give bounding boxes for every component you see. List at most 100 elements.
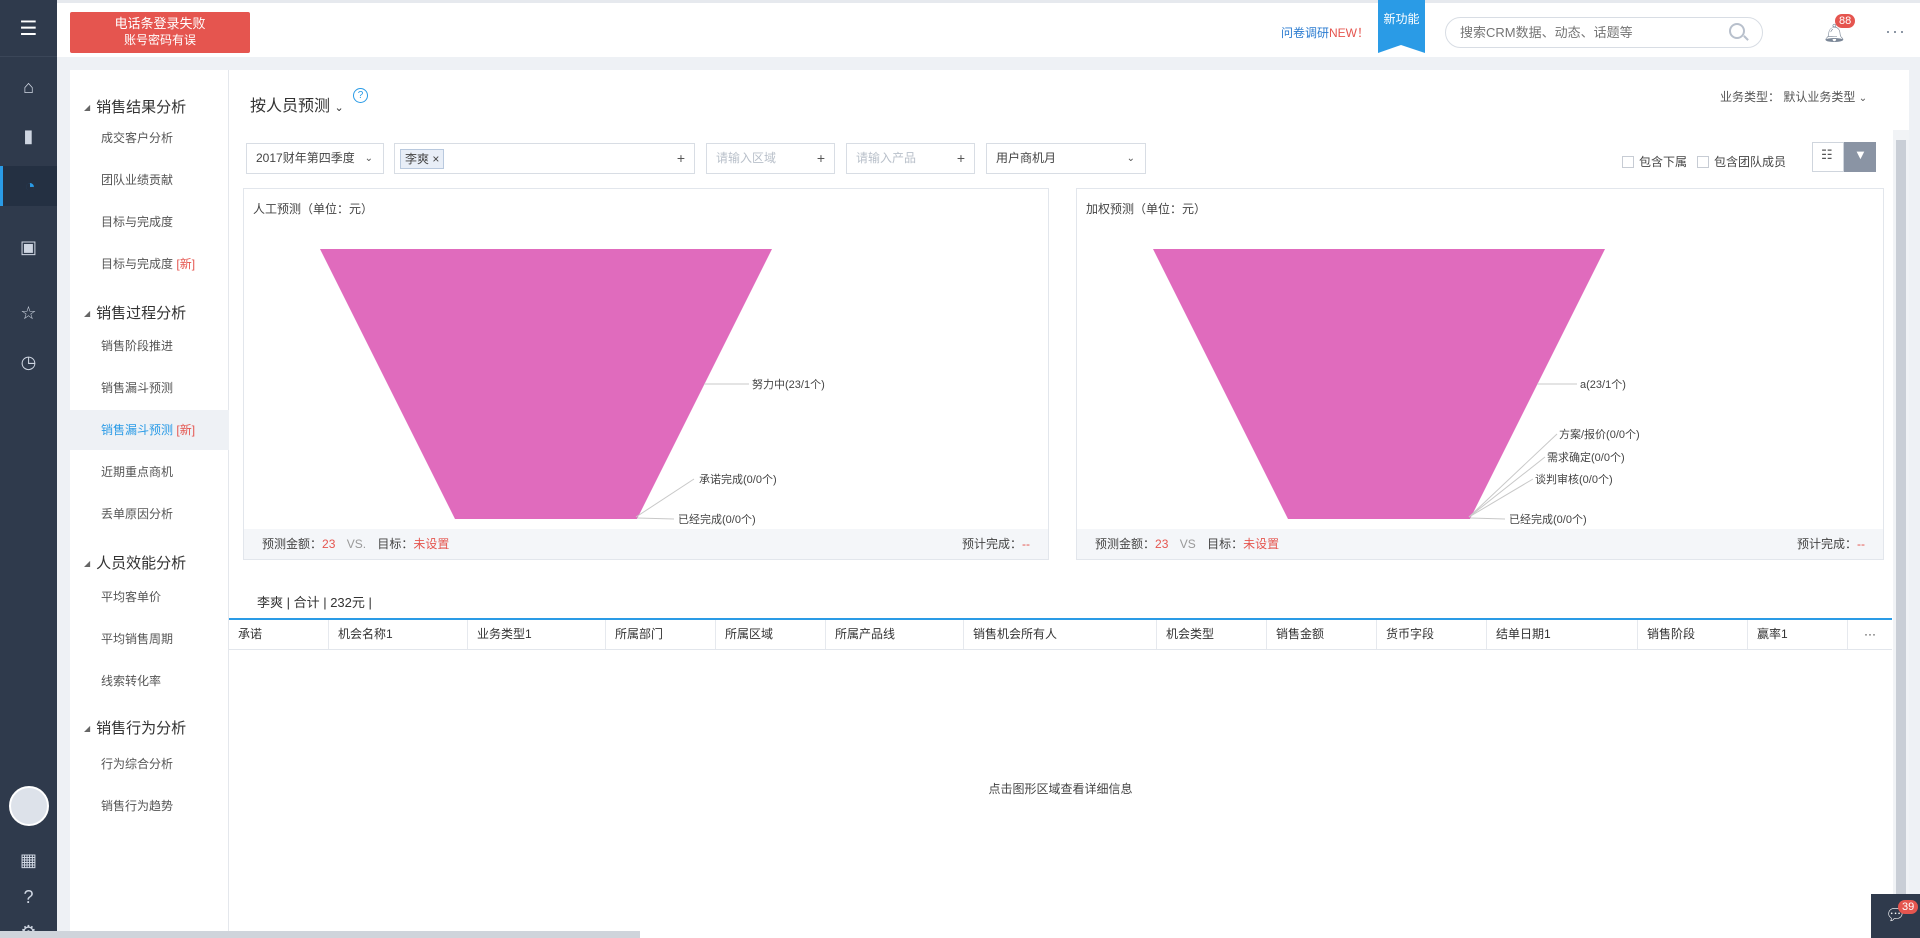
column-header[interactable]: 货币字段 xyxy=(1377,620,1487,649)
question-icon[interactable]: ? xyxy=(353,88,368,103)
column-header[interactable]: 业务类型1 xyxy=(468,620,606,649)
sidebar-item-funnel-forecast-new[interactable]: 销售漏斗预测 [新] xyxy=(70,410,229,450)
close-icon[interactable]: × xyxy=(432,152,439,166)
vertical-scrollbar[interactable] xyxy=(1893,130,1909,930)
column-header[interactable]: 所属区域 xyxy=(716,620,826,649)
page-title-dropdown[interactable]: 按人员预测 ⌄ xyxy=(250,92,344,116)
help-icon[interactable]: ? xyxy=(0,877,57,917)
chat-badge: 39 xyxy=(1898,900,1919,914)
funnel-chart[interactable]: 努力中(23/1个) 承诺完成(0/0个) 已经完成(0/0个) xyxy=(244,189,1050,529)
monitor-icon[interactable]: ▣ xyxy=(0,227,57,267)
bar-chart-icon[interactable]: ▮ xyxy=(0,116,57,156)
expected-label: 预计完成： xyxy=(961,537,1022,551)
sidebar-item-lead-conversion[interactable]: 线索转化率 xyxy=(70,661,229,701)
menu-icon[interactable]: ☰ xyxy=(0,0,57,57)
new-feature-ribbon[interactable]: 新功能 xyxy=(1378,0,1425,53)
top-bar: 电话条登录失败 账号密码有误 问卷调研NEW！ 新功能 🔔︎ 88 ··· xyxy=(57,0,1920,57)
funnel-label: 谈判审核(0/0个) xyxy=(1535,472,1613,486)
column-header[interactable]: 所属产品线 xyxy=(826,620,964,649)
funnel-view-button[interactable]: ▼ xyxy=(1844,142,1876,172)
amount-value: 23 xyxy=(322,537,336,551)
biz-type-select[interactable]: 业务类型： 默认业务类型 ⌄ xyxy=(1720,88,1867,105)
sidebar-item-funnel-forecast[interactable]: 销售漏斗预测 xyxy=(70,368,229,408)
sidebar-item-target-completion-new[interactable]: 目标与完成度 [新] xyxy=(70,244,229,284)
column-header[interactable]: 机会名称1 xyxy=(329,620,468,649)
period-select[interactable]: 2017财年第四季度 ⌄ xyxy=(246,143,384,174)
person-chip[interactable]: 李爽 × xyxy=(400,149,445,169)
grid-icon[interactable]: ▦ xyxy=(0,840,57,880)
column-header[interactable]: 赢率1 xyxy=(1748,620,1848,649)
plus-icon[interactable]: + xyxy=(677,144,685,173)
person-chip-label: 李爽 xyxy=(405,152,430,166)
page-title: 按人员预测 xyxy=(250,98,331,115)
column-header[interactable]: 销售机会所有人 xyxy=(964,620,1157,649)
column-header[interactable]: 机会类型 xyxy=(1157,620,1267,649)
survey-label: 问卷调研 xyxy=(1281,26,1330,40)
plus-icon[interactable]: + xyxy=(957,144,965,173)
scroll-thumb[interactable] xyxy=(1896,140,1906,930)
notification-badge: 88 xyxy=(1835,14,1856,28)
column-header[interactable]: 承诺 xyxy=(229,620,329,649)
target-label: 目标： xyxy=(377,537,414,551)
include-subordinates-checkbox[interactable]: 包含下属 xyxy=(1622,153,1687,170)
target-label: 目标： xyxy=(1207,537,1244,551)
icon-rail: ☰ ⌂ ▮ ◔ ▣ ☆ ◷ ▦ ? ⚙ xyxy=(0,0,57,938)
alert-line1: 电话条登录失败 xyxy=(114,16,206,31)
person-select[interactable]: 李爽 × + xyxy=(394,143,695,174)
search-icon[interactable] xyxy=(1729,23,1745,39)
sidebar-item-behavior-summary[interactable]: 行为综合分析 xyxy=(70,744,229,784)
summary-bar: 李爽 | 合计 | 232元 | xyxy=(257,595,372,610)
include-team-checkbox[interactable]: 包含团队成员 xyxy=(1697,153,1786,170)
funnel-label: 已经完成(0/0个) xyxy=(678,512,756,526)
horizontal-scrollbar[interactable] xyxy=(0,931,640,938)
home-icon[interactable]: ⌂ xyxy=(0,67,57,107)
amount-label: 预测金额： xyxy=(1095,537,1156,551)
chevron-down-icon: ⌄ xyxy=(1126,153,1135,164)
column-header[interactable]: 销售阶段 xyxy=(1638,620,1748,649)
more-icon[interactable]: ··· xyxy=(1885,21,1906,42)
funnel-chart[interactable]: a(23/1个) 方案/报价(0/0个) 需求确定(0/0个) 谈判审核(0/0… xyxy=(1077,189,1885,529)
period-value: 2017财年第四季度 xyxy=(256,151,355,165)
group-sales-result[interactable]: 销售结果分析 xyxy=(84,96,186,117)
search-input[interactable] xyxy=(1445,17,1763,48)
group-sales-behavior[interactable]: 销售行为分析 xyxy=(84,717,186,738)
checkbox-label: 包含团队成员 xyxy=(1714,155,1787,169)
checkbox-box xyxy=(1697,156,1709,168)
biz-type-value: 默认业务类型 xyxy=(1783,90,1856,104)
leader-line xyxy=(1469,517,1506,520)
group-staff-efficiency[interactable]: 人员效能分析 xyxy=(84,552,186,573)
sidebar-item-target-completion[interactable]: 目标与完成度 xyxy=(70,202,229,242)
sidebar-item-stage-progress[interactable]: 销售阶段推进 xyxy=(70,326,229,366)
funnel-label: 需求确定(0/0个) xyxy=(1547,450,1625,464)
sidebar-item-team-contribution[interactable]: 团队业绩贡献 xyxy=(70,160,229,200)
sidebar-item-loss-reasons[interactable]: 丢单原因分析 xyxy=(70,494,229,534)
checkbox-box xyxy=(1622,156,1634,168)
region-input[interactable]: 请输入区域 + xyxy=(706,143,835,174)
avatar[interactable] xyxy=(9,786,49,826)
survey-link[interactable]: 问卷调研NEW！ xyxy=(1281,24,1369,41)
sidebar-item-deal-customers[interactable]: 成交客户分析 xyxy=(70,118,229,158)
plus-icon[interactable]: + xyxy=(817,144,825,173)
history-icon[interactable]: ◷ xyxy=(0,342,57,382)
list-view-button[interactable]: ☷ xyxy=(1812,142,1844,172)
expected-label: 预计完成： xyxy=(1796,537,1857,551)
column-settings-icon[interactable]: ··· xyxy=(1848,620,1892,649)
new-tag: [新] xyxy=(176,257,196,271)
column-header[interactable]: 所属部门 xyxy=(606,620,716,649)
column-header[interactable]: 销售金额 xyxy=(1267,620,1377,649)
item-label: 销售漏斗预测 xyxy=(101,423,174,437)
month-mode-select[interactable]: 用户商机月 ⌄ xyxy=(986,143,1146,174)
sidebar-item-behavior-trend[interactable]: 销售行为趋势 xyxy=(70,786,229,826)
product-input[interactable]: 请输入产品 + xyxy=(846,143,975,174)
star-icon[interactable]: ☆ xyxy=(0,293,57,333)
login-failed-alert[interactable]: 电话条登录失败 账号密码有误 xyxy=(70,12,250,53)
column-header[interactable]: 结单日期1 xyxy=(1487,620,1638,649)
month-mode-value: 用户商机月 xyxy=(996,151,1057,165)
sidebar-item-avg-cycle[interactable]: 平均销售周期 xyxy=(70,619,229,659)
pie-chart-icon[interactable]: ◔ xyxy=(0,166,57,206)
group-sales-process[interactable]: 销售过程分析 xyxy=(84,302,186,323)
survey-new-tag: NEW！ xyxy=(1329,26,1370,40)
sidebar-item-key-opportunities[interactable]: 近期重点商机 xyxy=(70,452,229,492)
sidebar-item-avg-order[interactable]: 平均客单价 xyxy=(70,577,229,617)
target-value: 未设置 xyxy=(1243,537,1280,551)
